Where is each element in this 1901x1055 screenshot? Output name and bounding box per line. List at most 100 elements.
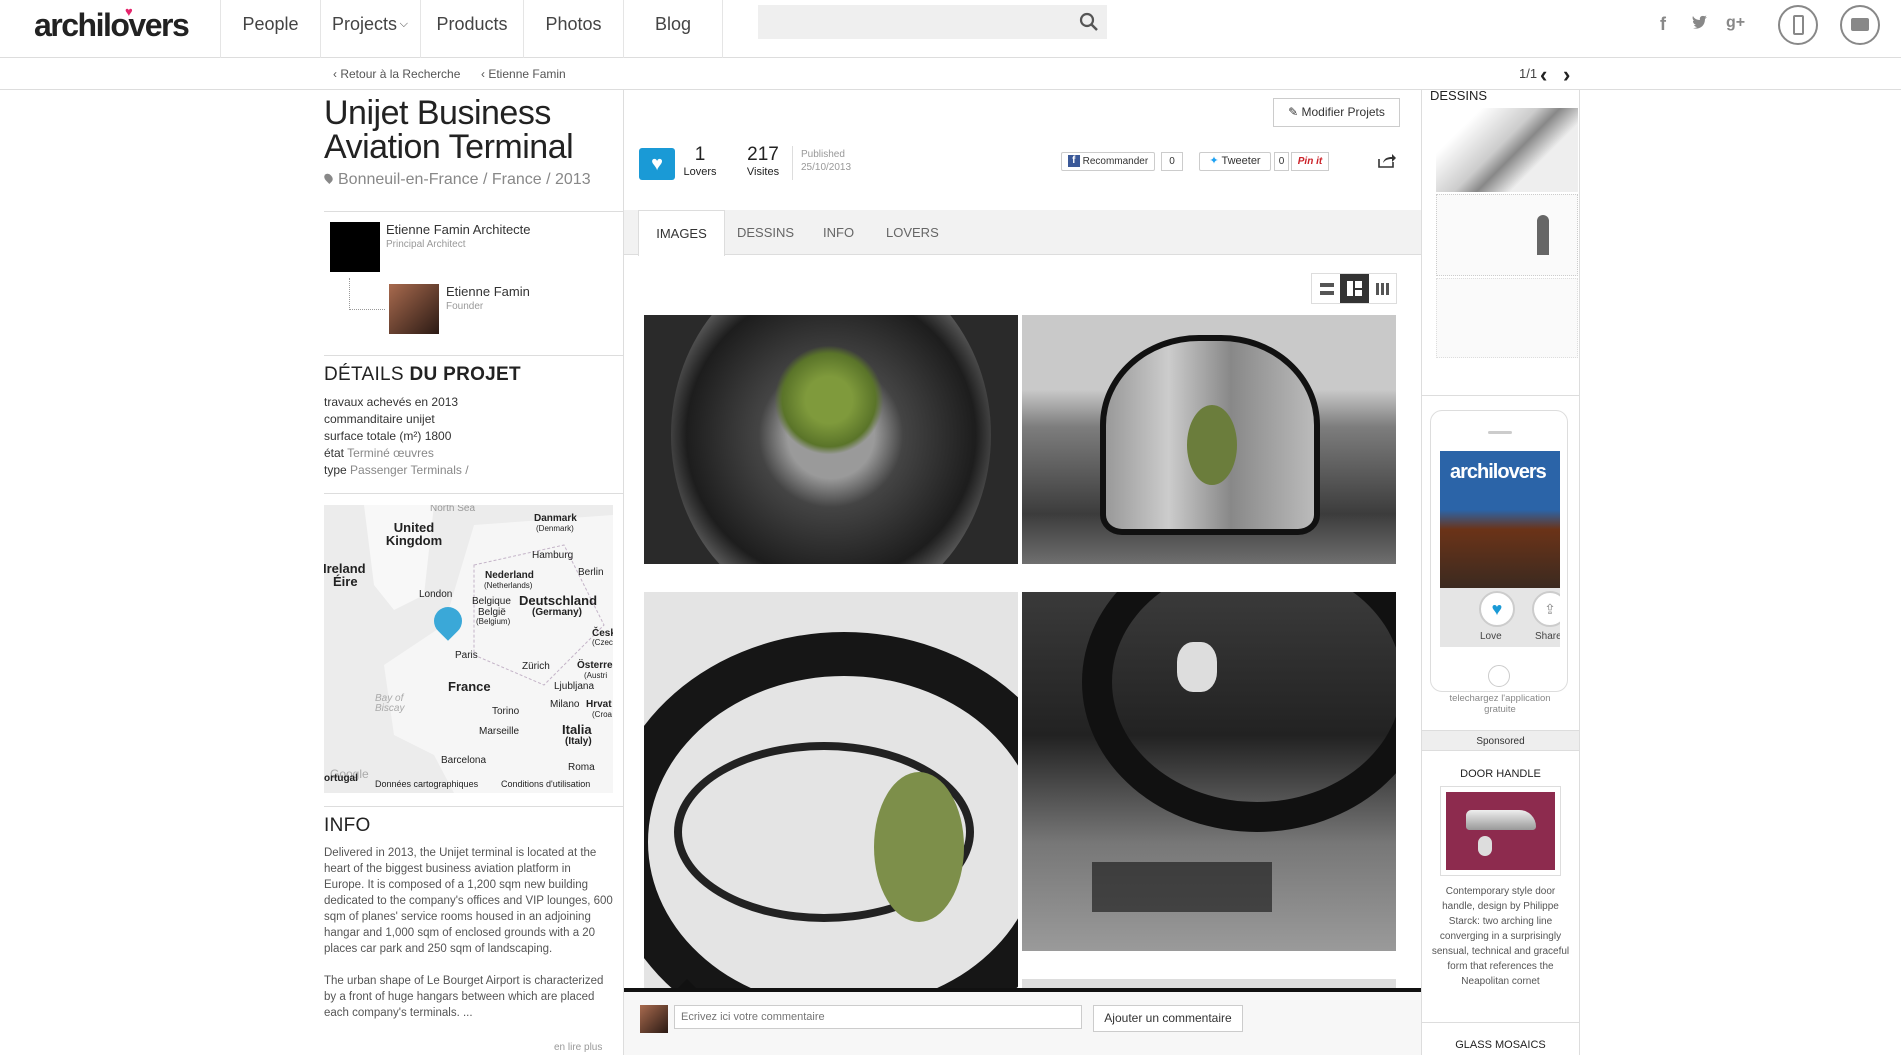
add-comment-button[interactable]: Ajouter un commentaire [1093,1005,1243,1032]
map-label: (Germany) [532,607,583,618]
lovers-count: 1 Lovers [683,144,717,178]
divider [1422,1022,1579,1023]
project-photo[interactable] [644,592,1018,992]
info-paragraph: The urban shape of Le Bourget Airport is… [324,975,604,1019]
map-label: Milano [550,699,580,710]
top-header: archilovers ♥ People Projects ⌵ Products P… [0,0,1901,58]
map-label: London [419,589,453,600]
detail-row: état Terminé œuvres [324,446,434,460]
architect-avatar[interactable] [330,222,380,272]
map-label: (Denmark) [536,524,574,533]
divider [324,493,623,494]
tab-dessins[interactable]: DESSINS [737,210,794,255]
next-product-title[interactable]: GLASS MOSAICS [1422,1039,1579,1051]
google-plus-icon[interactable]: g+ [1726,14,1745,32]
map-label: Zürich [522,661,550,672]
map-land [364,505,613,793]
next-arrow-icon[interactable]: › [1563,62,1570,88]
nav-blog[interactable]: Blog [623,0,723,58]
tab-info[interactable]: INFO [823,210,854,255]
search-icon[interactable] [1079,12,1099,32]
detail-row: surface totale (m²) 1800 [324,429,452,443]
project-photo[interactable] [1022,315,1396,564]
map-label: Éire [333,574,358,589]
map-label: Nederland [485,570,534,581]
chevron-down-icon: ⌵ [399,18,408,30]
founder-avatar[interactable] [389,284,439,334]
pinit-button[interactable]: Pin it [1291,152,1329,171]
nav-projects[interactable]: Projects ⌵ [320,0,420,58]
prev-arrow-icon[interactable]: ‹ [1540,62,1547,88]
envelope-icon [1851,18,1869,31]
divider [792,146,793,180]
pencil-icon: ✎ [1288,105,1299,119]
project-photo[interactable] [1022,592,1396,951]
tab-lovers[interactable]: LOVERS [886,210,939,255]
list-view-icon[interactable] [1320,283,1334,295]
map-pin-icon [322,172,335,184]
drawing-thumbnail[interactable] [1436,278,1578,358]
comment-bar: Ajouter un commentaire [624,979,1421,1055]
site-logo[interactable]: archilovers ♥ [34,4,190,44]
map-label: Belgique [472,596,511,607]
map-label: France [448,679,491,694]
location-map[interactable]: North Sea Danmark (Denmark) United Kingd… [324,505,613,793]
app-screen: archilovers ♥ ⇪ Love Share [1440,451,1560,647]
map-label: Danmark [534,513,577,524]
project-tabs: IMAGES DESSINS INFO LOVERS [624,210,1421,256]
project-details: travaux achevés en 2013 commanditaire un… [324,394,469,479]
product-image[interactable] [1440,786,1561,876]
nav-photos[interactable]: Photos [523,0,623,58]
nav-products[interactable]: Products [420,0,523,58]
details-heading: DÉTAILS DU PROJET [324,364,521,385]
map-terms-link[interactable]: Conditions d'utilisation [501,779,590,789]
product-title[interactable]: DOOR HANDLE [1422,768,1579,780]
project-photo[interactable] [644,315,1018,564]
search-input[interactable] [758,5,1107,39]
app-caption[interactable]: telechargez l'application gratuite [1434,693,1566,715]
facebook-icon[interactable]: f [1660,14,1666,35]
messages-button[interactable] [1840,5,1880,45]
love-icon[interactable]: ♥ [1479,591,1515,627]
sponsored-label: Sponsored [1422,730,1579,751]
nav-people[interactable]: People [220,0,320,58]
love-button[interactable]: ♥ [639,148,675,180]
facebook-recommend-button[interactable]: f Recommander [1061,152,1155,171]
edit-project-button[interactable]: ✎ Modifier Projets [1273,98,1400,127]
founder-name[interactable]: Etienne Famin [446,284,530,299]
share-icon[interactable] [1378,152,1396,168]
twitter-icon: ✦ [1209,155,1219,167]
read-more-link[interactable]: en lire plus [554,1042,602,1053]
app-promo[interactable]: archilovers ♥ ⇪ Love Share [1430,410,1568,692]
map-data-link[interactable]: Données cartographiques [375,779,478,789]
status-link[interactable]: Terminé œuvres [347,446,434,460]
tab-images[interactable]: IMAGES [638,210,725,256]
twitter-icon[interactable] [1691,15,1709,31]
info-text: Delivered in 2013, the Unijet terminal i… [324,845,614,1021]
home-button-icon [1488,665,1510,687]
architect-name[interactable]: Etienne Famin Architecte [386,222,531,237]
map-label: (Czec [592,638,613,647]
map-label: Roma [568,762,595,773]
phone-speaker [1488,431,1512,434]
back-to-search-link[interactable]: ‹ Retour à la Recherche [333,67,460,81]
project-location[interactable]: Bonneuil-en-France / France / 2013 [322,171,591,189]
pointer-triangle [678,979,696,988]
drawing-thumbnail[interactable] [1436,108,1578,192]
map-label: (Netherlands) [484,581,533,590]
author-link[interactable]: ‹ Etienne Famin [481,67,566,81]
drawing-thumbnail[interactable] [1436,194,1578,276]
share-label: Share [1535,631,1560,642]
share-icon[interactable]: ⇪ [1532,591,1560,627]
mosaic-view-icon[interactable] [1340,274,1369,303]
comment-input[interactable] [674,1005,1082,1029]
map-label: (Italy) [565,736,592,747]
heart-icon: ♥ [651,153,663,175]
founder-role: Founder [446,301,484,312]
divider [324,355,623,356]
mobile-app-button[interactable] [1778,5,1818,45]
type-link[interactable]: Passenger Terminals / [350,463,469,477]
tweet-button[interactable]: ✦ Tweeter [1199,152,1271,171]
map-label: Barcelona [441,755,487,766]
grid-view-icon[interactable] [1376,283,1390,295]
